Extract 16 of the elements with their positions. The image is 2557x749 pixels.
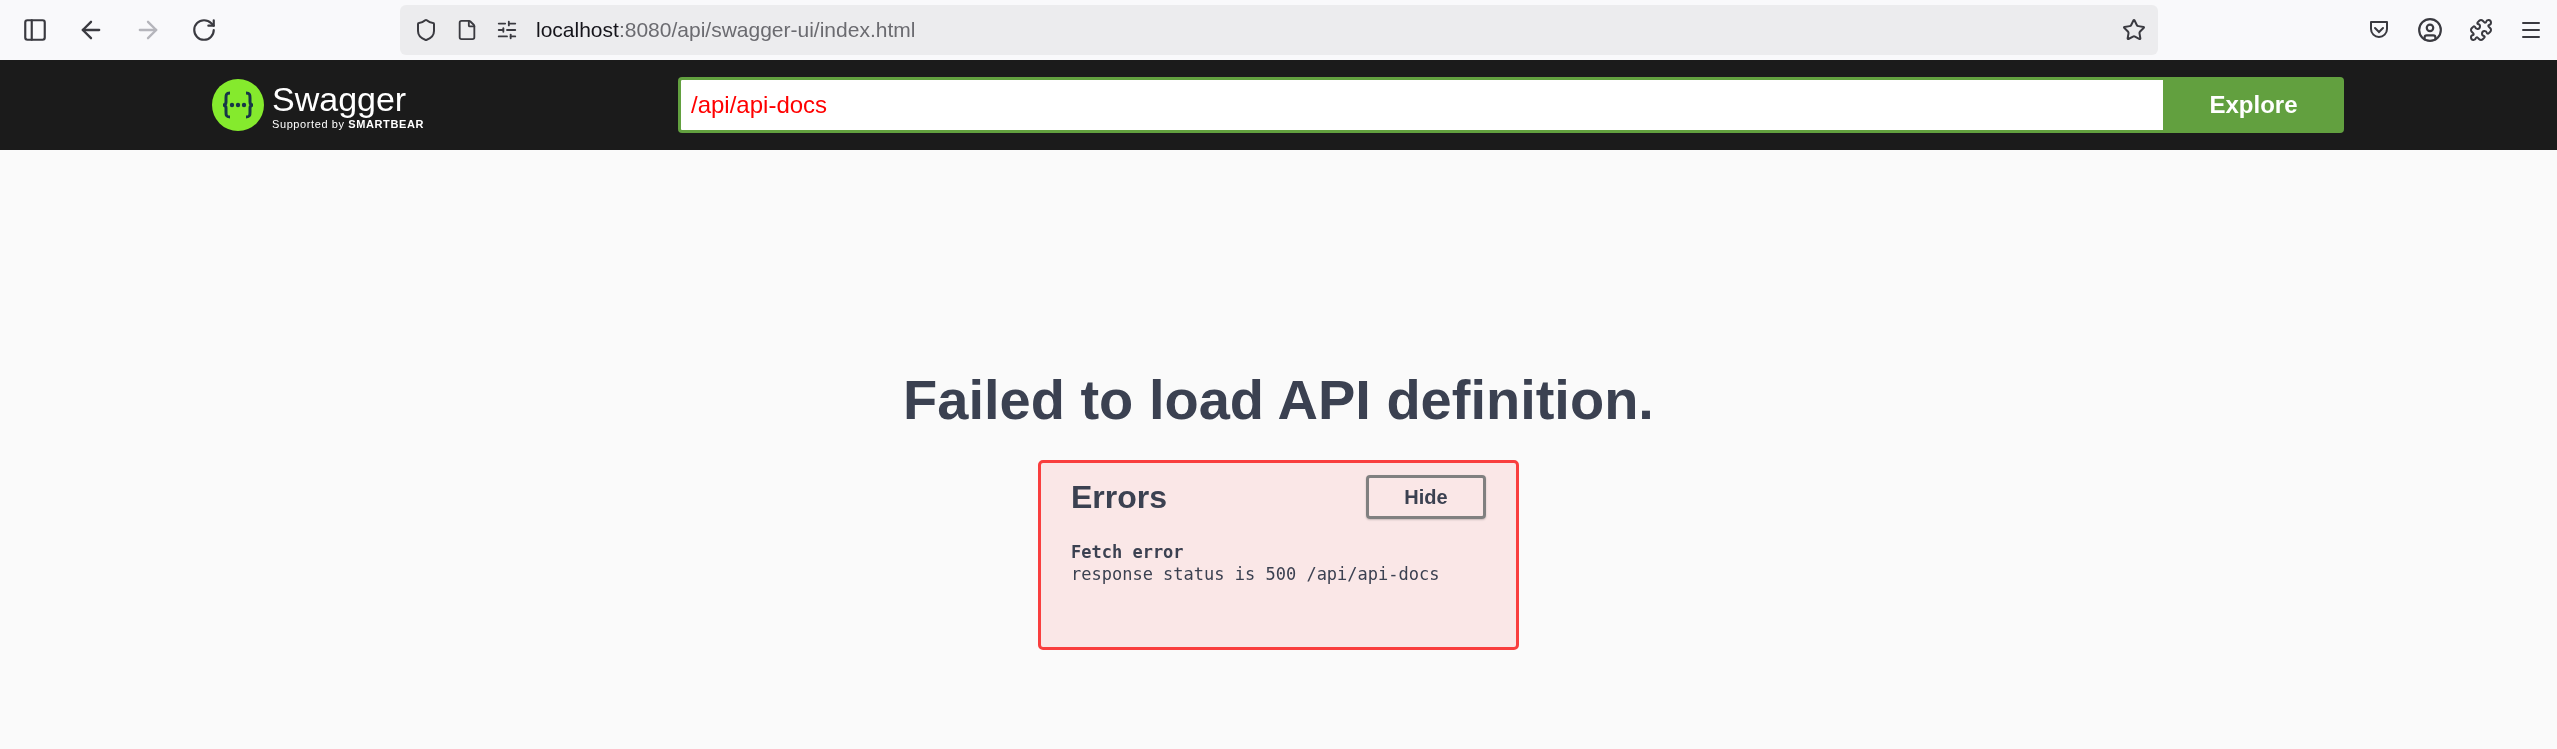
errors-heading: Errors [1071, 478, 1168, 516]
error-message: response status is 500 /api/api-docs [1071, 563, 1441, 585]
error-title: Failed to load API definition. [903, 367, 1654, 433]
extensions-icon[interactable] [2469, 18, 2493, 42]
shield-icon [414, 18, 438, 42]
account-icon[interactable] [2417, 17, 2443, 43]
page-icon [456, 19, 478, 41]
url-field[interactable]: /api/api-docs [678, 77, 2163, 133]
logo-tagline: Supported by SMARTBEAR [272, 118, 424, 130]
star-icon[interactable] [2122, 18, 2146, 42]
hide-button[interactable]: Hide [1366, 475, 1486, 519]
address-bar[interactable]: localhost:8080/api/swagger-ui/index.html [400, 5, 2158, 55]
error-type: Fetch error [1071, 541, 1185, 563]
logo-icon [212, 79, 264, 131]
url-text: localhost:8080/api/swagger-ui/index.html [536, 18, 916, 42]
sliders-icon[interactable] [496, 19, 518, 41]
